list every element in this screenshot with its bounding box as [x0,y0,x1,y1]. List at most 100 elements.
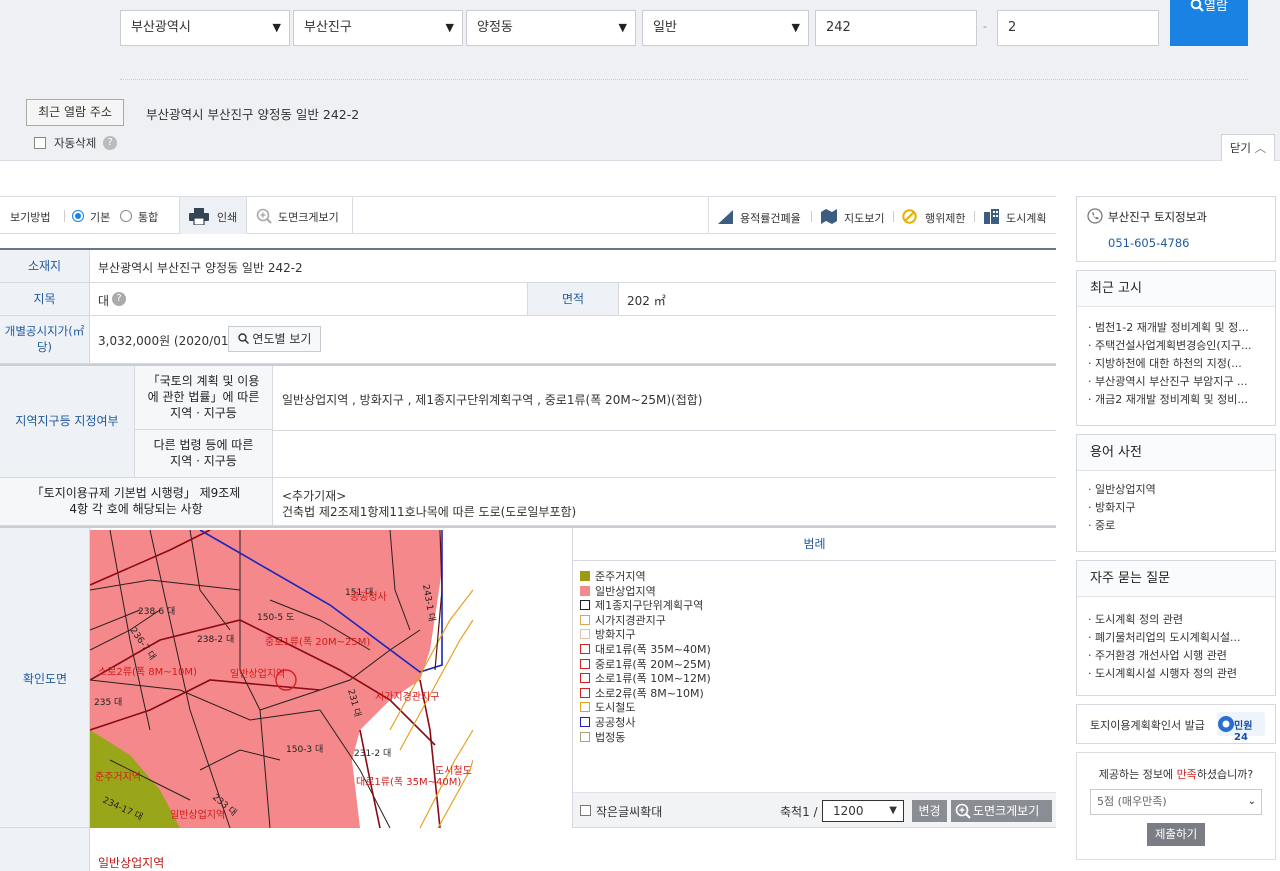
auto-delete-checkbox[interactable] [34,137,46,149]
legend-label: 중로1류(폭 20M~25M) [595,657,711,671]
close-panel-button[interactable]: 닫기 ︿ [1221,134,1275,161]
view-mode-label: 보기방법 [10,211,51,224]
map-label-road-large1: 대로1류(폭 35M~40M) [356,776,461,788]
triangle-ruler-icon [718,210,733,224]
zoning-row: 지역지구등 지정여부 「국토의 계획 및 이용에 관한 법률」에 따른 지역 ·… [0,366,1056,478]
yearly-price-button[interactable]: 연도별 보기 [228,326,321,352]
dong-select[interactable]: 양정동 ▼ [466,10,636,46]
zoning-sub2-label: 다른 법령 등에 따른 지역 · 지구등 [153,438,254,468]
faq-item[interactable]: · 주거환경 개선사업 시행 관련 [1088,647,1265,665]
land-type-select[interactable]: 일반 ▼ [642,10,809,46]
survey-select[interactable]: 5점 (매우만족) ⌄ [1090,789,1262,815]
legend-item: 공공청사 [580,716,711,731]
recent-address-button[interactable]: 최근 열람 주소 [26,99,124,126]
mode-basic-radio[interactable] [72,210,84,222]
legend-swatch [580,687,590,698]
scale-select[interactable]: 1200 ▼ [822,800,904,822]
map-label-semi-residential: 준주거지역 [95,771,141,783]
legend-list: 준주거지역 일반상업지역 제1종지구단위계획구역 시가지경관지구 방화지구 대로1류(폭 … [580,570,711,745]
survey-question: 제공하는 정보에 만족하셨습니까? [1077,766,1275,782]
help-icon[interactable]: ? [103,136,117,150]
land-use-map[interactable]: 151 대 243-1 대 150-5 도 238-6 대 238-2 대 23… [90,530,473,828]
minwon24-logo-mark [1218,716,1234,732]
chevron-up-icon: ︿ [1254,141,1267,155]
regulation-value1: <추가기재> [282,489,347,503]
zoning-value1: 일반상업지역 , 방화지구 , 제1종지구단위계획구역 , 중로1류(폭 20M… [282,393,703,407]
divider [64,210,65,222]
legend-swatch [580,614,590,625]
land-price-value: 3,032,000원 (2020/01) [98,334,234,348]
legend-item: 중로1류(폭 20M~25M) [580,658,711,673]
dictionary-item[interactable]: · 방화지구 [1088,499,1265,517]
survey-q-part1: 제공하는 정보에 [1098,768,1177,781]
mode-combined-radio[interactable] [120,210,132,222]
legend-label: 소로2류(폭 8M~10M) [595,686,704,700]
legend-swatch [580,731,590,742]
zoom-in-icon [955,803,971,819]
phone-icon [1087,208,1103,224]
legend-item: 소로1류(폭 10M~12M) [580,672,711,687]
legend-item: 대로1류(폭 35M~40M) [580,643,711,658]
legend-label: 시가지경관지구 [595,613,666,627]
zoom-map-button[interactable]: 도면크게보기 [247,197,353,234]
recent-address-link[interactable]: 부산광역시 부산진구 양정동 일반 242-2 [146,104,359,123]
issue-certificate-link[interactable]: 토지이용계획확인서 발급 민원24 [1076,704,1276,744]
regulation-row: 「토지이용규제 기본법 시행령」 제9조제4항 각 호에 해당되는 사항 <추가… [0,478,1056,526]
faq-title: 자주 묻는 질문 [1077,561,1275,597]
restriction-link[interactable]: 행위제한 [925,210,965,226]
notice-item[interactable]: · 주택건설사업계획변경승인(지구... [1088,337,1265,355]
map-label-public-office: 공공청사 [350,591,387,603]
far-bcr-link[interactable]: 용적률건폐율 [740,210,801,226]
print-button[interactable]: 인쇄 [179,197,247,234]
bottom-header-cell [0,828,90,871]
location-row: 소재지 부산광역시 부산진구 양정동 일반 242-2 [0,250,1056,283]
zoom-map-label: 도면크게보기 [278,211,339,224]
map-canvas: 151 대 243-1 대 150-5 도 238-6 대 238-2 대 23… [90,530,473,828]
zoom-map-bottom-button[interactable]: 도면크게보기 [951,800,1052,822]
dictionary-item[interactable]: · 일반상업지역 [1088,481,1265,499]
notice-item[interactable]: · 지방하천에 대한 하천의 지정(... [1088,355,1265,373]
survey-submit-button[interactable]: 제출하기 [1147,823,1205,846]
survey-q-highlight: 만족 [1176,768,1197,781]
legend-label: 도시철도 [595,701,636,715]
close-label: 닫기 [1229,141,1251,155]
yearly-price-label: 연도별 보기 [252,332,312,346]
faq-panel: 자주 묻는 질문 · 도시계획 정의 관련 · 폐기물처리업의 도시계획시설...… [1076,560,1276,696]
faq-item[interactable]: · 도시계획 정의 관련 [1088,611,1265,629]
map-view-link[interactable]: 지도보기 [844,210,884,226]
divider [974,211,975,222]
chevron-down-icon: ⌄ [1247,796,1256,807]
main-number-input[interactable]: 242 [815,10,977,46]
change-scale-button[interactable]: 변경 [912,800,947,822]
notice-item[interactable]: · 범천1-2 재개발 정비계획 및 정... [1088,319,1265,337]
contact-phone[interactable]: 051-605-4786 [1108,236,1189,250]
faq-item[interactable]: · 도시계획시설 시행자 정의 관련 [1088,665,1265,683]
sigungu-select[interactable]: 부산진구 ▼ [293,10,463,46]
map-header-cell: 확인도면 [0,528,90,828]
minwon24-text: 민원24 [1234,721,1253,743]
help-icon[interactable]: ? [112,292,126,306]
legend-label: 일반상업지역 [595,584,656,598]
sido-select[interactable]: 부산광역시 ▼ [120,10,290,46]
legend-label: 대로1류(폭 35M~40M) [595,642,711,656]
legend-swatch [580,658,590,669]
area-value: 202 ㎡ [627,294,666,308]
chevron-down-icon: ▼ [272,21,281,34]
faq-item[interactable]: · 폐기물처리업의 도시계획시설... [1088,629,1265,647]
regulation-value2: 건축법 제2조제1항제11호나목에 따른 도로(도로일부포함) [282,505,577,519]
legend-item: 법정동 [580,731,711,746]
legend-item: 도시철도 [580,701,711,716]
notice-item[interactable]: · 부산광역시 부산진구 부암지구 ... [1088,373,1265,391]
map-label-238-6: 238-6 대 [138,606,175,617]
sub-number-input[interactable]: 2 [997,10,1159,46]
city-plan-link[interactable]: 도시계획 [1006,210,1046,226]
faq-list: · 도시계획 정의 관련 · 폐기물처리업의 도시계획시설... · 주거환경 개선… [1077,597,1275,683]
large-text-label: 작은글씨확대 [596,805,663,819]
dictionary-item[interactable]: · 중로 [1088,517,1265,535]
search-button[interactable]: 열람 [1170,0,1248,46]
large-text-checkbox[interactable] [580,805,591,816]
legend-item: 제1종지구단위계획구역 [580,599,711,614]
notice-item[interactable]: · 개금2 재개발 정비계획 및 정비... [1088,391,1265,409]
map-label-subway: 도시철도 [435,765,472,777]
search-panel: 부산광역시 ▼ 부산진구 ▼ 양정동 ▼ 일반 ▼ 242 - 2 열람 최근 열람 주… [0,0,1280,161]
